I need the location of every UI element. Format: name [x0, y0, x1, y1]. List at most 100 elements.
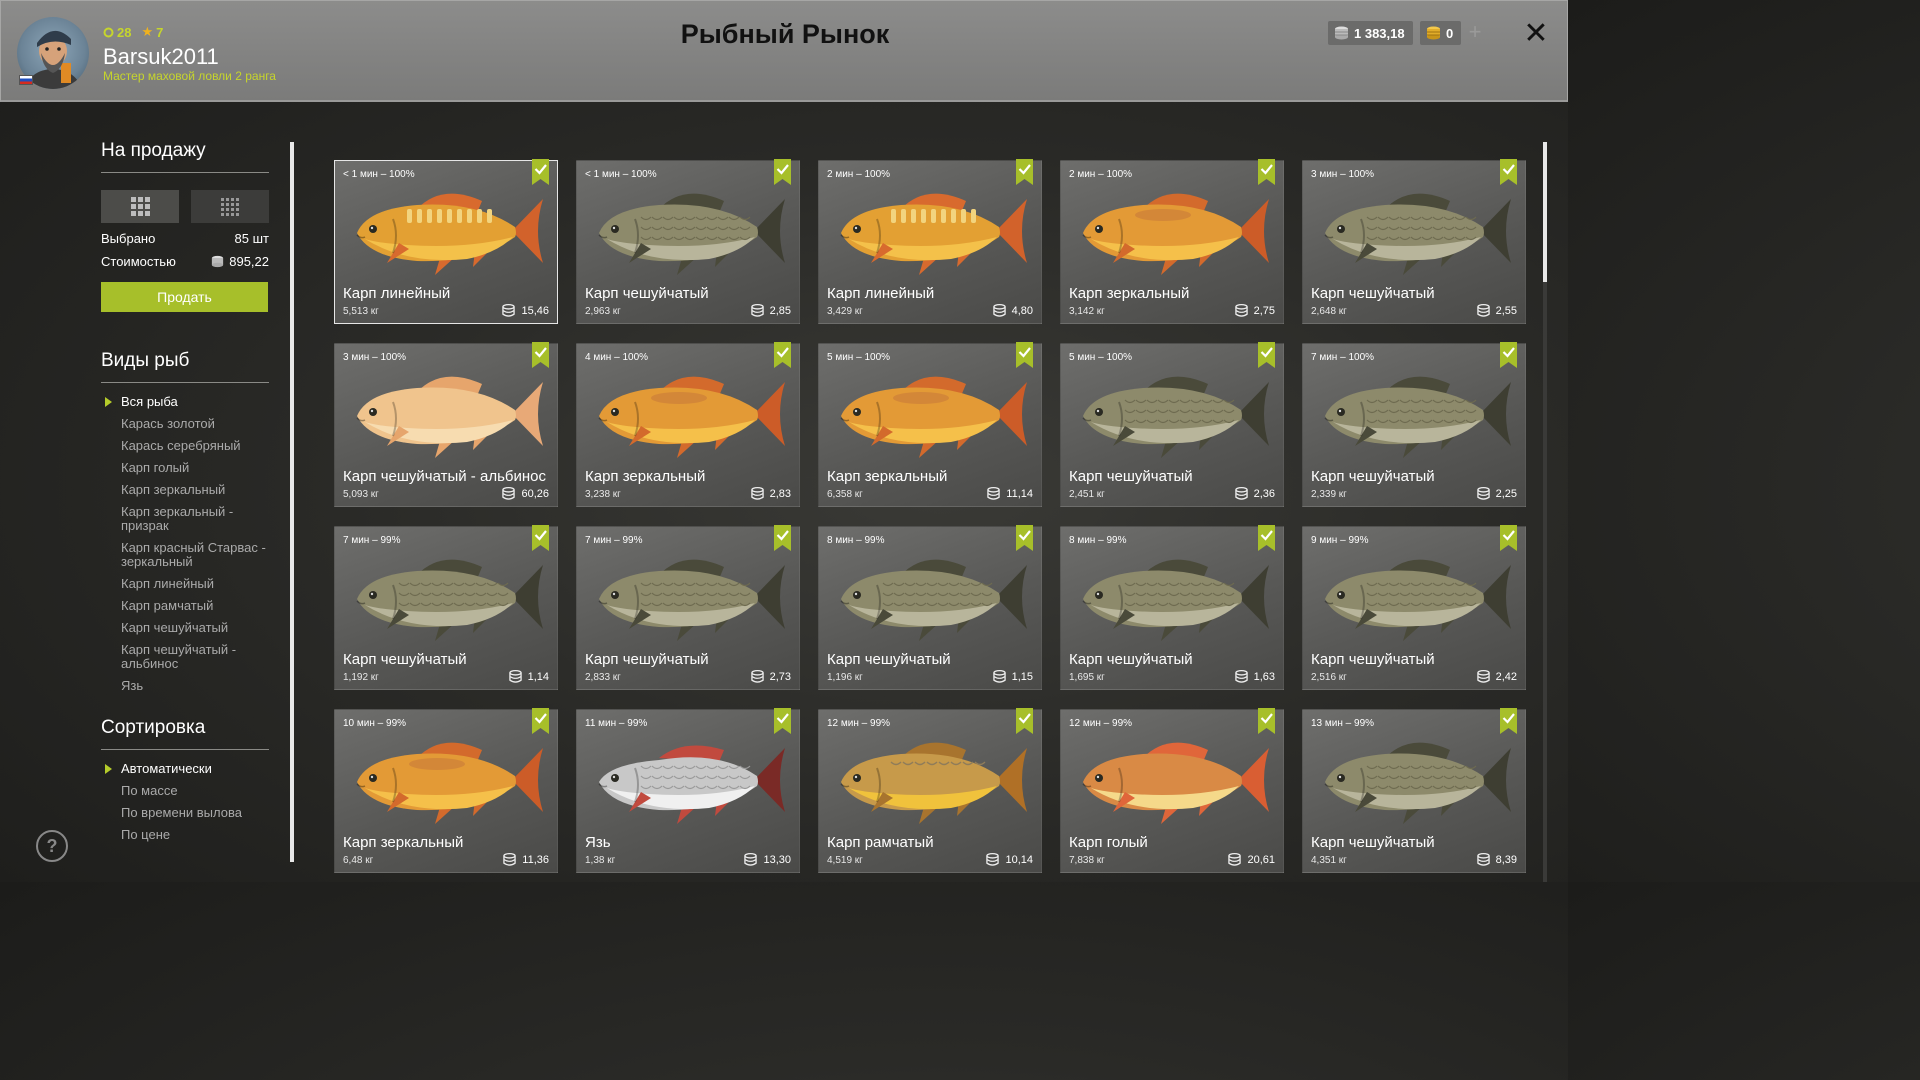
species-heading: Виды рыб [101, 350, 269, 383]
fish-weight: 5,513 кг [343, 306, 379, 317]
sidebar: На продажу Выбрано 85 шт Стоимостью 895,… [101, 140, 269, 850]
species-filter-item-11[interactable]: Язь [101, 679, 269, 693]
fish-card[interactable]: 10 мин – 99% Карп зеркальный 6,48 кг 11,36 [334, 708, 558, 873]
view-toggles [101, 190, 269, 223]
species-filter-item-7[interactable]: Карп линейный [101, 577, 269, 591]
cost-row: Стоимостью 895,22 [101, 254, 269, 269]
fish-weight: 3,142 кг [1069, 306, 1105, 317]
small-grid-view-button[interactable] [191, 190, 269, 223]
cost-value: 895,22 [229, 254, 269, 269]
fish-card[interactable]: 13 мин – 99% Карп чешуйчатый 4,351 кг 8,39 [1302, 708, 1526, 873]
species-filter-item-6[interactable]: Карп красный Старвас - зеркальный [101, 541, 269, 569]
fish-weight: 5,093 кг [343, 489, 379, 500]
fish-card[interactable]: 12 мин – 99% Карп голый 7,838 кг 20,61 [1060, 708, 1284, 873]
fish-image [831, 362, 1031, 468]
fish-weight: 7,838 кг [1069, 855, 1105, 866]
selected-label: Выбрано [101, 231, 156, 246]
fish-card[interactable]: < 1 мин – 100% Карп чешуйчатый 2,963 кг 2,8… [576, 159, 800, 324]
sort-option-1[interactable]: По массе [101, 784, 269, 798]
fish-image [347, 728, 547, 834]
price-value: 2,85 [769, 304, 791, 317]
fish-card[interactable]: 7 мин – 99% Карп чешуйчатый 2,833 кг 2,73 [576, 525, 800, 690]
fish-card[interactable]: 3 мин – 100% Карп чешуйчатый - альбинос 5,… [334, 342, 558, 507]
fish-name: Карп чешуйчатый [1069, 651, 1193, 668]
fish-price: 15,46 [501, 304, 549, 317]
fish-price: 11,14 [986, 487, 1033, 500]
fish-image [589, 728, 789, 834]
price-value: 2,55 [1495, 304, 1517, 317]
silver-coins-icon [1476, 853, 1490, 866]
fish-name: Карп чешуйчатый - альбинос [343, 468, 546, 485]
species-filter-item-8[interactable]: Карп рамчатый [101, 599, 269, 613]
price-value: 10,14 [1005, 853, 1033, 866]
fish-card[interactable]: 12 мин – 99% Карп рамчатый 4,519 кг 10,14 [818, 708, 1042, 873]
fish-image [589, 362, 789, 468]
fish-image [347, 362, 547, 468]
species-filter-item-9[interactable]: Карп чешуйчатый [101, 621, 269, 635]
sort-heading: Сортировка [101, 717, 269, 750]
species-filter-item-0[interactable]: Вся рыба [101, 395, 269, 409]
fish-weight: 6,48 кг [343, 855, 374, 866]
fish-price: 2,75 [1234, 304, 1275, 317]
close-button[interactable]: ✕ [1522, 19, 1550, 49]
species-filter-item-10[interactable]: Карп чешуйчатый - альбинос [101, 643, 269, 671]
silver-coins-icon [502, 304, 516, 317]
fish-image [1073, 179, 1273, 285]
fish-card[interactable]: 8 мин – 99% Карп чешуйчатый 1,196 кг 1,15 [818, 525, 1042, 690]
species-filter-item-2[interactable]: Карась серебряный [101, 439, 269, 453]
silver-coins-icon [992, 304, 1006, 317]
fish-name: Карп чешуйчатый [1069, 468, 1193, 485]
fish-price: 4,80 [992, 304, 1033, 317]
fish-card[interactable]: 5 мин – 100% Карп зеркальный 6,358 кг 11,14 [818, 342, 1042, 507]
fish-weight: 3,238 кг [585, 489, 621, 500]
fish-weight: 2,451 кг [1069, 489, 1105, 500]
species-filter-item-5[interactable]: Карп зеркальный - призрак [101, 505, 269, 533]
fish-card[interactable]: < 1 мин – 100% Карп линейный 5,513 кг 15,46 [334, 159, 558, 324]
fish-price: 2,73 [750, 670, 791, 683]
fish-card[interactable]: 8 мин – 99% Карп чешуйчатый 1,695 кг 1,63 [1060, 525, 1284, 690]
fish-card[interactable]: 4 мин – 100% Карп зеркальный 3,238 кг 2,83 [576, 342, 800, 507]
fish-weight: 1,196 кг [827, 672, 863, 683]
fish-price: 2,85 [750, 304, 791, 317]
fish-card[interactable]: 7 мин – 99% Карп чешуйчатый 1,192 кг 1,14 [334, 525, 558, 690]
fish-card[interactable]: 9 мин – 99% Карп чешуйчатый 2,516 кг 2,42 [1302, 525, 1526, 690]
fish-image [347, 545, 547, 651]
fish-card[interactable]: 3 мин – 100% Карп чешуйчатый 2,648 кг 2,55 [1302, 159, 1526, 324]
sort-options-list: Автоматически По массе По времени вылова По… [101, 762, 269, 842]
price-value: 1,14 [527, 670, 549, 683]
sell-button[interactable]: Продать [101, 282, 268, 312]
price-value: 13,30 [763, 853, 791, 866]
help-button[interactable]: ? [36, 830, 68, 862]
fish-price: 8,39 [1476, 853, 1517, 866]
fish-name: Карп чешуйчатый [585, 651, 709, 668]
fish-card[interactable]: 2 мин – 100% Карп линейный 3,429 кг 4,80 [818, 159, 1042, 324]
sort-option-2[interactable]: По времени вылова [101, 806, 269, 820]
price-value: 1,15 [1011, 670, 1033, 683]
fish-weight: 1,695 кг [1069, 672, 1105, 683]
silver-coins-icon [750, 670, 764, 683]
fish-name: Карп рамчатый [827, 834, 934, 851]
fish-name: Карп чешуйчатый [585, 285, 709, 302]
sort-option-3[interactable]: По цене [101, 828, 269, 842]
species-filter-item-1[interactable]: Карась золотой [101, 417, 269, 431]
sort-option-0[interactable]: Автоматически [101, 762, 269, 776]
fish-card[interactable]: 5 мин – 100% Карп чешуйчатый 2,451 кг 2,36 [1060, 342, 1284, 507]
fish-card[interactable]: 2 мин – 100% Карп зеркальный 3,142 кг 2,75 [1060, 159, 1284, 324]
silver-coins-icon [1335, 26, 1348, 40]
species-filter-item-4[interactable]: Карп зеркальный [101, 483, 269, 497]
buy-currency-button[interactable]: + [1463, 21, 1487, 45]
fish-name: Язь [585, 834, 611, 851]
silver-coins-icon [987, 487, 1001, 500]
fish-weight: 2,339 кг [1311, 489, 1347, 500]
price-value: 15,46 [521, 304, 549, 317]
scrollbar-thumb[interactable] [1543, 142, 1547, 282]
fish-image [831, 728, 1031, 834]
fish-card[interactable]: 11 мин – 99% Язь 1,38 кг 13,30 [576, 708, 800, 873]
fish-name: Карп линейный [827, 285, 935, 302]
silver-coins-icon [1234, 670, 1248, 683]
fish-name: Карп зеркальный [585, 468, 706, 485]
cost-label: Стоимостью [101, 254, 176, 269]
fish-card[interactable]: 7 мин – 100% Карп чешуйчатый 2,339 кг 2,25 [1302, 342, 1526, 507]
species-filter-item-3[interactable]: Карп голый [101, 461, 269, 475]
large-grid-view-button[interactable] [101, 190, 179, 223]
